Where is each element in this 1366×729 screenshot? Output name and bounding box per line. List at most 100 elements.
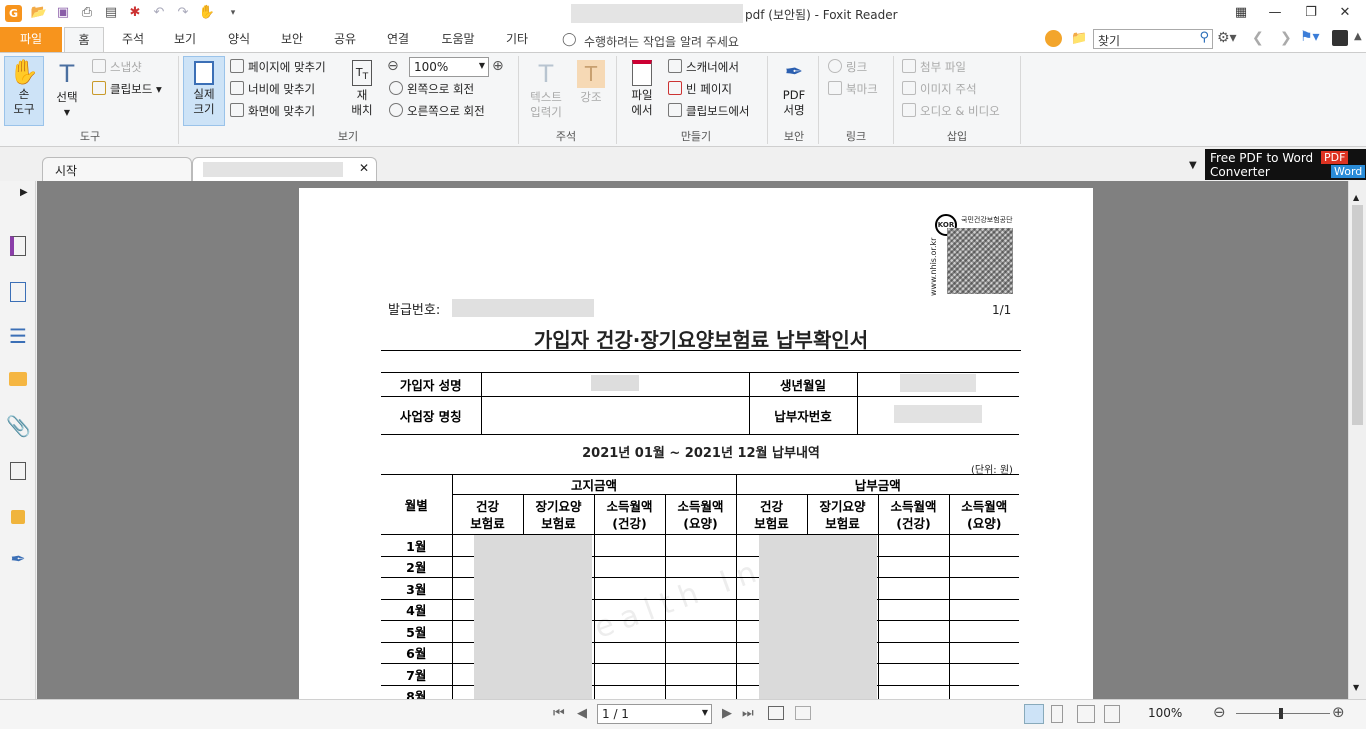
open-icon[interactable]: 📂 — [30, 4, 48, 22]
highlight-button[interactable]: T 강조 — [574, 58, 608, 108]
audio-video-button[interactable]: 오디오 & 비디오 — [902, 103, 1000, 119]
rotate-left-button[interactable]: 왼쪽으로 회전 — [389, 81, 474, 97]
settings-gear-icon[interactable]: ⚙▾ — [1217, 30, 1237, 46]
blank-page-button[interactable]: 빈 페이지 — [668, 81, 732, 97]
next-page-icon[interactable]: ▶ — [722, 706, 732, 721]
scroll-down-icon[interactable]: ▼ — [1353, 683, 1359, 692]
collapse-ribbon-icon[interactable]: ▲ — [1354, 31, 1362, 42]
layers-panel-icon[interactable]: ☰ — [6, 324, 30, 348]
find-folder-icon[interactable]: 📁 — [1071, 31, 1087, 46]
notification-bell-icon[interactable]: ⚑▾ — [1300, 29, 1320, 45]
user-avatar-icon[interactable] — [1332, 30, 1348, 46]
zoom-out-icon[interactable]: ⊖ — [1213, 703, 1226, 721]
from-clipboard-button[interactable]: 클립보드에서 — [668, 103, 749, 119]
tab-extra[interactable]: 기타 — [496, 27, 538, 52]
undo-icon[interactable]: ↶ — [150, 4, 168, 22]
scroll-up-icon[interactable]: ▲ — [1353, 193, 1359, 202]
tab-protect[interactable]: 보안 — [271, 27, 313, 52]
certificate-panel-icon[interactable]: ✒ — [6, 549, 30, 573]
fit-page-button[interactable]: 페이지에 맞추기 — [230, 59, 326, 75]
comments-panel-icon[interactable] — [6, 369, 30, 393]
snapshot-button[interactable]: 스냅샷 — [92, 59, 142, 75]
select-tool-button[interactable]: T 선택 ▼ — [50, 58, 84, 124]
close-button[interactable]: ✕ — [1330, 3, 1360, 23]
hand-tool-button[interactable]: ✋ 손 도구 — [4, 56, 44, 126]
continuous-facing-view-icon[interactable] — [1104, 705, 1120, 723]
hand-quick-icon[interactable]: ✋ — [198, 4, 216, 22]
typewriter-button[interactable]: T 텍스트 입력기 — [524, 58, 568, 126]
security-lock-icon[interactable] — [6, 504, 30, 528]
vertical-scrollbar[interactable]: ▲ ▼ — [1348, 181, 1366, 699]
redo-icon[interactable]: ↷ — [174, 4, 192, 22]
amount-cell — [593, 555, 666, 578]
zoom-slider[interactable] — [1236, 708, 1330, 719]
previous-view-icon[interactable] — [768, 706, 784, 720]
tab-start[interactable]: 시작 — [42, 157, 192, 181]
rotate-right-button[interactable]: 오른쪽으로 회전 — [389, 103, 485, 119]
tabs-dropdown-icon[interactable]: ▼ — [1189, 160, 1197, 171]
save-icon[interactable]: ▣ — [54, 4, 72, 22]
maximize-button[interactable]: ❐ — [1296, 3, 1326, 23]
zoom-in-icon[interactable]: ⊕ — [1332, 703, 1345, 721]
prev-nav-icon[interactable]: ❮ — [1252, 30, 1264, 46]
fullscreen-icon[interactable]: ▦ — [1226, 3, 1256, 23]
properties-icon[interactable]: ▤ — [102, 4, 120, 22]
tab-connect[interactable]: 연결 — [377, 27, 419, 52]
search-icon[interactable]: ⚲ — [1199, 30, 1209, 45]
attach-file-button[interactable]: 첨부 파일 — [902, 59, 966, 75]
prev-page-icon[interactable]: ◀ — [577, 706, 587, 721]
pdf-sign-button[interactable]: ✒ PDF 서명 — [774, 58, 814, 126]
last-page-icon[interactable]: ⏭ — [742, 706, 754, 721]
new-icon[interactable]: ✱ — [126, 4, 144, 22]
group-separator — [1020, 56, 1021, 144]
tell-me-input[interactable]: 수행하려는 작업을 알려 주세요 — [584, 33, 739, 50]
tab-document[interactable]: ✕ — [192, 157, 377, 181]
fit-visible-icon — [230, 103, 244, 117]
zoom-in-icon[interactable]: ⊕ — [492, 58, 504, 74]
page-number-input[interactable]: 1 / 1 ▼ — [597, 704, 712, 724]
first-page-icon[interactable]: ⏮ — [553, 706, 565, 721]
reflow-button[interactable]: TT 재 배치 — [344, 58, 380, 126]
attachments-panel-icon[interactable]: 📎 — [6, 414, 31, 438]
next-view-icon[interactable] — [795, 706, 811, 720]
bookmarks-panel-icon[interactable] — [6, 233, 30, 257]
smiley-icon[interactable] — [1045, 30, 1062, 47]
from-scanner-button[interactable]: 스캐너에서 — [668, 59, 739, 75]
ad-banner[interactable]: Free PDF to Word Converter PDF Word — [1205, 149, 1366, 180]
bookmark-button[interactable]: 북마크 — [828, 81, 878, 97]
from-file-button[interactable]: 파일 에서 — [622, 58, 662, 126]
tab-help[interactable]: 도움말 — [432, 27, 484, 52]
single-page-view-icon[interactable] — [1024, 704, 1044, 724]
tab-file[interactable]: 파일 — [0, 27, 62, 52]
next-nav-icon[interactable]: ❯ — [1280, 30, 1292, 46]
tab-view[interactable]: 보기 — [164, 27, 206, 52]
continuous-view-icon[interactable] — [1051, 705, 1063, 723]
actual-size-button[interactable]: 실제 크기 — [183, 56, 225, 126]
facing-view-icon[interactable] — [1077, 705, 1095, 723]
tab-comment[interactable]: 주석 — [112, 27, 154, 52]
zoom-slider-thumb[interactable] — [1279, 708, 1283, 719]
tab-home[interactable]: 홈 — [64, 27, 104, 53]
search-input[interactable]: 찾기 — [1098, 32, 1120, 49]
zoom-select[interactable]: 100% ▼ — [409, 57, 489, 77]
print-icon[interactable]: ⎙ — [78, 4, 96, 22]
minimize-button[interactable]: — — [1260, 3, 1290, 23]
tab-share[interactable]: 공유 — [324, 27, 366, 52]
tab-form[interactable]: 양식 — [218, 27, 260, 52]
signatures-panel-icon[interactable] — [6, 459, 30, 483]
clipboard-button[interactable]: 클립보드 ▾ — [92, 81, 162, 97]
customize-dropdown-icon[interactable]: ▾ — [224, 4, 242, 22]
close-tab-icon[interactable]: ✕ — [359, 161, 369, 175]
fit-width-button[interactable]: 너비에 맞추기 — [230, 81, 315, 97]
pdf-sign-label: PDF 서명 — [782, 88, 806, 117]
pages-panel-icon[interactable] — [6, 279, 30, 303]
image-annot-button[interactable]: 이미지 주석 — [902, 81, 977, 97]
col-paid-ltc-premium: 장기요양 보험료 — [806, 494, 879, 535]
zoom-out-icon[interactable]: ⊖ — [387, 58, 399, 74]
link-button[interactable]: 링크 — [828, 59, 867, 75]
bookmark-label: 북마크 — [846, 82, 878, 96]
expand-panel-icon[interactable]: ▶ — [20, 187, 28, 198]
search-box[interactable]: 찾기 ⚲ — [1093, 29, 1213, 49]
scroll-thumb[interactable] — [1352, 205, 1363, 425]
fit-visible-button[interactable]: 화면에 맞추기 — [230, 103, 315, 119]
